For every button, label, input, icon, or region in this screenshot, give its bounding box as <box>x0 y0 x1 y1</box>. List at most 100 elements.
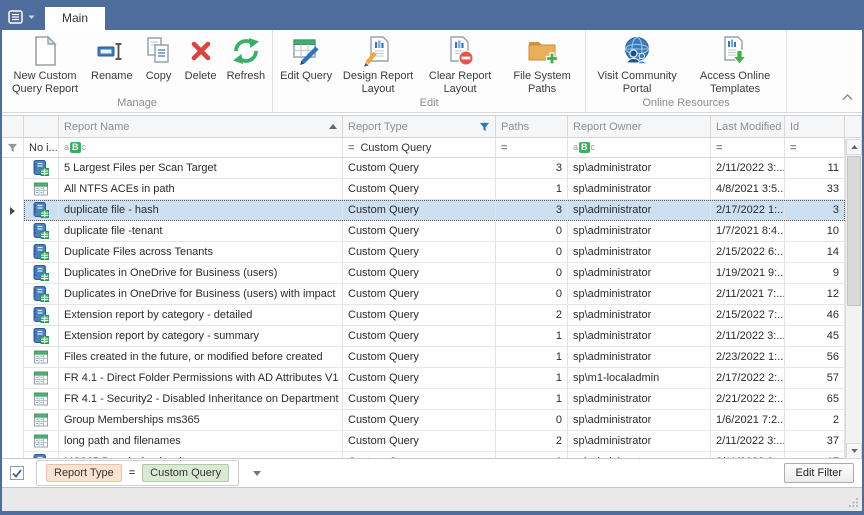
resize-grip[interactable] <box>848 497 859 508</box>
column-header-report-type[interactable]: Report Type <box>343 116 496 137</box>
report-name-cell: Extension report by category - detailed <box>59 305 343 325</box>
column-header-report-name[interactable]: Report Name <box>59 116 343 137</box>
column-header-last-modified[interactable]: Last Modified <box>711 116 785 137</box>
chevron-up-icon <box>842 94 853 101</box>
checkmark-icon <box>12 469 22 478</box>
filter-cell-last-modified[interactable]: = <box>711 138 785 157</box>
scroll-up-button[interactable] <box>846 139 862 155</box>
paths-cell: 0 <box>496 242 568 262</box>
table-row[interactable]: FR 4.1 - Security2 - Disabled Inheritanc… <box>2 389 862 410</box>
table-row[interactable]: 5 Largest Files per Scan TargetCustom Qu… <box>2 158 862 179</box>
filter-enabled-checkbox[interactable] <box>10 466 24 480</box>
new-document-icon <box>29 35 61 67</box>
table-row[interactable]: duplicate file - hashCustom Query3sp\adm… <box>2 200 862 221</box>
table-row[interactable]: Files created in the future, or modified… <box>2 347 862 368</box>
button-label: Visit Community Portal <box>593 70 681 96</box>
sort-ascending-icon <box>329 124 337 129</box>
equals-operator-icon[interactable]: = <box>716 142 722 154</box>
access-online-templates-button[interactable]: Access Online Templates <box>686 33 784 96</box>
vertical-scrollbar[interactable] <box>845 139 862 459</box>
report-type-cell: Custom Query <box>343 452 496 458</box>
row-indicator-cell <box>2 452 24 458</box>
button-label: Copy <box>146 70 172 83</box>
column-label: Report Type <box>348 121 408 133</box>
group-caption-edit: Edit <box>275 96 583 112</box>
table-row[interactable]: Group Memberships ms365Custom Query0sp\a… <box>2 410 862 431</box>
report-owner-cell: sp\administrator <box>568 431 711 451</box>
filter-dropdown-caret-icon[interactable] <box>253 471 261 476</box>
rename-button[interactable]: Rename <box>86 33 138 83</box>
report-type-cell: Custom Query <box>343 242 496 262</box>
app-window: Main New Custom Query Report <box>0 0 864 515</box>
table-row[interactable]: Duplicates in OneDrive for Business (use… <box>2 284 862 305</box>
table-row[interactable]: duplicate file -tenantCustom Query0sp\ad… <box>2 221 862 242</box>
delete-button[interactable]: Delete <box>180 33 222 83</box>
ribbon-group-edit: Edit Query Design Report Layout <box>273 30 586 112</box>
clear-report-layout-button[interactable]: Clear Report Layout <box>419 33 501 96</box>
collapse-ribbon-button[interactable] <box>842 88 853 106</box>
filter-cell-report-name[interactable]: aBc <box>59 138 343 157</box>
filter-cell-report-owner[interactable]: aBc <box>568 138 711 157</box>
rename-icon <box>96 35 128 67</box>
column-header-report-owner[interactable]: Report Owner <box>568 116 711 137</box>
report-owner-cell: sp\administrator <box>568 347 711 367</box>
report-type-cell: Custom Query <box>343 389 496 409</box>
filter-cell-report-type[interactable]: = Custom Query <box>343 138 496 157</box>
report-type-cell: Custom Query <box>343 305 496 325</box>
table-row[interactable]: Duplicate Files across TenantsCustom Que… <box>2 242 862 263</box>
report-owner-cell: sp\m1-localadmin <box>568 368 711 388</box>
report-type-icon-cell <box>24 221 59 241</box>
edit-query-button[interactable]: Edit Query <box>275 33 337 83</box>
table-row[interactable]: Extension report by category - summaryCu… <box>2 326 862 347</box>
table-row[interactable]: FR 4.1 - Direct Folder Permissions with … <box>2 368 862 389</box>
table-row[interactable]: Duplicates in OneDrive for Business (use… <box>2 263 862 284</box>
equals-operator-icon[interactable]: = <box>501 142 507 154</box>
new-custom-query-report-button[interactable]: New Custom Query Report <box>4 33 86 96</box>
filter-panel: Report Type = Custom Query Edit Filter <box>2 458 862 487</box>
edit-filter-button[interactable]: Edit Filter <box>784 463 854 483</box>
paths-cell: 0 <box>496 263 568 283</box>
filter-value: Custom Query <box>360 142 431 154</box>
report-name-cell: Duplicates in OneDrive for Business (use… <box>59 284 343 304</box>
report-name-cell: 5 Largest Files per Scan Target <box>59 158 343 178</box>
report-type-icon-cell <box>24 263 59 283</box>
scrollbar-thumb[interactable] <box>847 156 861 306</box>
current-row-arrow-icon <box>10 207 15 215</box>
button-label: Design Report Layout <box>342 70 414 96</box>
table-row[interactable]: Extension report by category - detailedC… <box>2 305 862 326</box>
tab-main[interactable]: Main <box>45 7 105 30</box>
filter-cell-paths[interactable]: = <box>496 138 568 157</box>
filter-cell-id[interactable]: = <box>785 138 845 157</box>
scroll-down-button[interactable] <box>846 443 862 459</box>
filter-row-left-text: No i... <box>24 138 59 157</box>
table-row[interactable]: All NTFS ACEs in pathCustom Query1sp\adm… <box>2 179 862 200</box>
id-cell: 37 <box>785 431 845 451</box>
filter-operator[interactable]: = <box>129 467 135 479</box>
report-type-cell: Custom Query <box>343 347 496 367</box>
report-owner-cell: sp\administrator <box>568 305 711 325</box>
table-row[interactable]: MS365 Permission by site newCustom Query… <box>2 452 862 458</box>
report-type-cell: Custom Query <box>343 368 496 388</box>
row-indicator-cell <box>2 326 24 347</box>
copy-button[interactable]: Copy <box>138 33 180 83</box>
filter-value-tag[interactable]: Custom Query <box>142 464 229 482</box>
filter-field-tag[interactable]: Report Type <box>46 464 122 482</box>
last-modified-cell: 2/11/2022 3:... <box>711 431 785 451</box>
paths-cell: 0 <box>496 410 568 430</box>
row-indicator-cell <box>2 242 24 263</box>
file-system-paths-button[interactable]: File System Paths <box>501 33 583 96</box>
filter-active-icon[interactable] <box>479 122 490 132</box>
equals-operator-icon[interactable]: = <box>790 142 796 154</box>
table-row[interactable]: long path and filenamesCustom Query2sp\a… <box>2 431 862 452</box>
equals-operator-icon[interactable]: = <box>348 142 354 154</box>
refresh-button[interactable]: Refresh <box>222 33 271 83</box>
application-menu-button[interactable] <box>8 10 35 24</box>
visit-community-portal-button[interactable]: Visit Community Portal <box>588 33 686 96</box>
button-label: Access Online Templates <box>691 70 779 96</box>
contains-operator-icon[interactable]: aBc <box>64 142 86 153</box>
report-name-cell: Files created in the future, or modified… <box>59 347 343 367</box>
contains-operator-icon[interactable]: aBc <box>573 142 595 153</box>
column-header-id[interactable]: Id <box>785 116 845 137</box>
design-report-layout-button[interactable]: Design Report Layout <box>337 33 419 96</box>
column-header-paths[interactable]: Paths <box>496 116 568 137</box>
